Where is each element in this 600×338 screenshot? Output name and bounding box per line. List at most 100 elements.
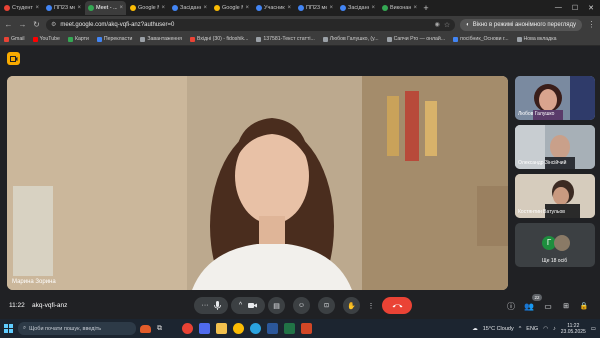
- site-info-icon[interactable]: ⚙: [51, 21, 56, 28]
- app-icon[interactable]: [199, 323, 210, 334]
- tab-favicon-icon: [298, 5, 304, 11]
- weather-icon[interactable]: ☁: [472, 326, 478, 332]
- mic-button[interactable]: ···: [194, 297, 228, 314]
- browser-tab[interactable]: Google M...×: [211, 1, 252, 15]
- raise-hand-button[interactable]: ✋: [343, 297, 360, 314]
- host-controls-button[interactable]: 🔒: [578, 300, 590, 312]
- reload-icon[interactable]: ↻: [32, 20, 41, 29]
- camera-button[interactable]: ^: [231, 297, 265, 314]
- tab-favicon-icon: [4, 5, 10, 11]
- forward-icon[interactable]: →: [18, 20, 27, 29]
- bookmark-item[interactable]: Нова вкладка: [516, 36, 556, 42]
- taskbar-search[interactable]: ⌕ Щоби почати пошук, введіть: [18, 322, 136, 335]
- notifications-icon[interactable]: ▭: [591, 326, 596, 332]
- more-vert-icon: ⋮: [367, 302, 375, 310]
- bookmark-item[interactable]: посібник_Основи г...: [453, 36, 509, 42]
- clock[interactable]: 11:22 23.05.2025: [561, 323, 586, 335]
- participant-tile[interactable]: Костянтин Ватульов: [515, 174, 595, 218]
- main-video-frame: [7, 76, 508, 290]
- tab-close-icon[interactable]: ×: [413, 5, 417, 11]
- file-explorer-icon[interactable]: [216, 323, 227, 334]
- browser-tab[interactable]: ПП23 мет...×: [295, 1, 336, 15]
- bookmark-item[interactable]: Gmail: [4, 36, 25, 42]
- word-icon[interactable]: [267, 323, 278, 334]
- bookmark-item[interactable]: Карти: [67, 36, 89, 42]
- menu-kebab-icon[interactable]: ⋮: [587, 20, 596, 29]
- captions-button[interactable]: ▤: [268, 297, 285, 314]
- others-tile[interactable]: Г Ще 18 осіб: [515, 223, 595, 267]
- bookmark-item[interactable]: Перекласти: [96, 36, 132, 42]
- excel-icon[interactable]: [284, 323, 295, 334]
- url-text[interactable]: meet.google.com/akq-vqfi-anz?authuser=0: [60, 22, 430, 28]
- tab-close-icon[interactable]: ×: [245, 5, 249, 11]
- bookmark-label: Любов Галушко, (у...: [329, 36, 379, 42]
- bookmark-star-icon[interactable]: ☆: [444, 21, 450, 29]
- crab-widget-icon[interactable]: [140, 324, 151, 333]
- tab-close-icon[interactable]: ×: [35, 5, 39, 11]
- browser-tab[interactable]: Засідання...×: [169, 1, 210, 15]
- emoji-reaction-button[interactable]: ☺: [293, 297, 310, 314]
- main-video-tile[interactable]: Марина Зорина: [7, 76, 508, 290]
- tab-close-icon[interactable]: ×: [161, 5, 165, 11]
- chevron-up-icon[interactable]: ^: [239, 302, 242, 309]
- chat-icon: ▭: [544, 301, 552, 311]
- camera-indicator-icon[interactable]: ◉: [435, 21, 440, 28]
- chrome-icon[interactable]: [233, 323, 244, 334]
- meet-page: Марина Зорина Любов Галушко Олександр Зі…: [0, 46, 600, 338]
- telegram-icon[interactable]: [250, 323, 261, 334]
- chrome-icon[interactable]: [182, 323, 193, 334]
- tab-close-icon[interactable]: ×: [329, 5, 333, 11]
- tab-strip: Студенти - ...× ПП23 метод...× Meet - ..…: [0, 0, 600, 16]
- info-icon: ⓘ: [507, 301, 515, 311]
- task-view-icon[interactable]: ⧉: [157, 325, 162, 333]
- tab-close-icon[interactable]: ×: [77, 5, 81, 11]
- powerpoint-icon[interactable]: [301, 323, 312, 334]
- back-icon[interactable]: ←: [4, 20, 13, 29]
- more-options-icon[interactable]: ···: [202, 302, 209, 309]
- start-button[interactable]: [4, 324, 13, 333]
- new-tab-button[interactable]: +: [420, 3, 432, 13]
- bookmark-item[interactable]: YouTube: [32, 36, 60, 42]
- close-window-icon[interactable]: ✕: [588, 4, 594, 12]
- incognito-label: Вікно в режимі анонімного перегляду: [472, 21, 576, 28]
- maximize-icon[interactable]: ☐: [572, 4, 578, 12]
- minimize-icon[interactable]: —: [555, 4, 562, 12]
- chat-button[interactable]: ▭: [542, 300, 554, 312]
- wifi-icon[interactable]: ◠: [543, 326, 548, 332]
- bookmark-item[interactable]: 137581-Текст статті...: [256, 36, 315, 42]
- tab-close-icon[interactable]: ×: [119, 5, 123, 11]
- participant-tile[interactable]: Олександр Зінсійчий: [515, 125, 595, 169]
- tab-favicon-icon: [130, 5, 136, 11]
- browser-tab[interactable]: Google M...×: [127, 1, 168, 15]
- tab-close-icon[interactable]: ×: [203, 5, 207, 11]
- omnibox[interactable]: ⚙ meet.google.com/akq-vqfi-anz?authuser=…: [46, 18, 456, 31]
- bookmark-item[interactable]: Любов Галушко, (у...: [322, 36, 379, 42]
- participant-name: Олександр Зінсійчий: [518, 160, 567, 166]
- tab-label: Google M...: [138, 5, 159, 11]
- bookmark-item[interactable]: Вхідні (30) - fidoshik...: [189, 36, 248, 42]
- participant-tile[interactable]: Любов Галушко: [515, 76, 595, 120]
- tab-favicon-icon: [214, 5, 220, 11]
- browser-tab-active[interactable]: Meet - ... ×: [85, 1, 126, 15]
- browser-tab[interactable]: Студенти - ...×: [1, 1, 42, 15]
- browser-tab[interactable]: Учасники...×: [253, 1, 294, 15]
- browser-tab[interactable]: ПП23 метод...×: [43, 1, 84, 15]
- language-indicator[interactable]: ENG: [526, 326, 538, 332]
- volume-icon[interactable]: ♪: [553, 326, 556, 332]
- tray-chevron-icon[interactable]: ^: [519, 326, 522, 332]
- browser-tab[interactable]: Засідання...×: [337, 1, 378, 15]
- weather-text[interactable]: 15°C Cloudy: [483, 326, 514, 332]
- more-actions-button[interactable]: ⋮: [366, 297, 376, 314]
- tab-close-icon[interactable]: ×: [371, 5, 375, 11]
- taskbar-search-placeholder: Щоби почати пошук, введіть: [29, 325, 102, 332]
- meeting-info-button[interactable]: ⓘ: [505, 300, 517, 312]
- present-button[interactable]: ⊡: [318, 297, 335, 314]
- browser-tab[interactable]: Виконання...×: [379, 1, 420, 15]
- people-button[interactable]: 👥: [523, 300, 535, 312]
- leave-call-button[interactable]: [382, 297, 412, 314]
- tab-close-icon[interactable]: ×: [287, 5, 291, 11]
- incognito-badge[interactable]: ◐ Вікно в режимі анонімного перегляду: [460, 18, 582, 31]
- activities-button[interactable]: ⊞: [560, 300, 572, 312]
- bookmark-item[interactable]: Завантаження: [140, 36, 182, 42]
- bookmark-item[interactable]: Сапчи Pro — онлай...: [386, 36, 445, 42]
